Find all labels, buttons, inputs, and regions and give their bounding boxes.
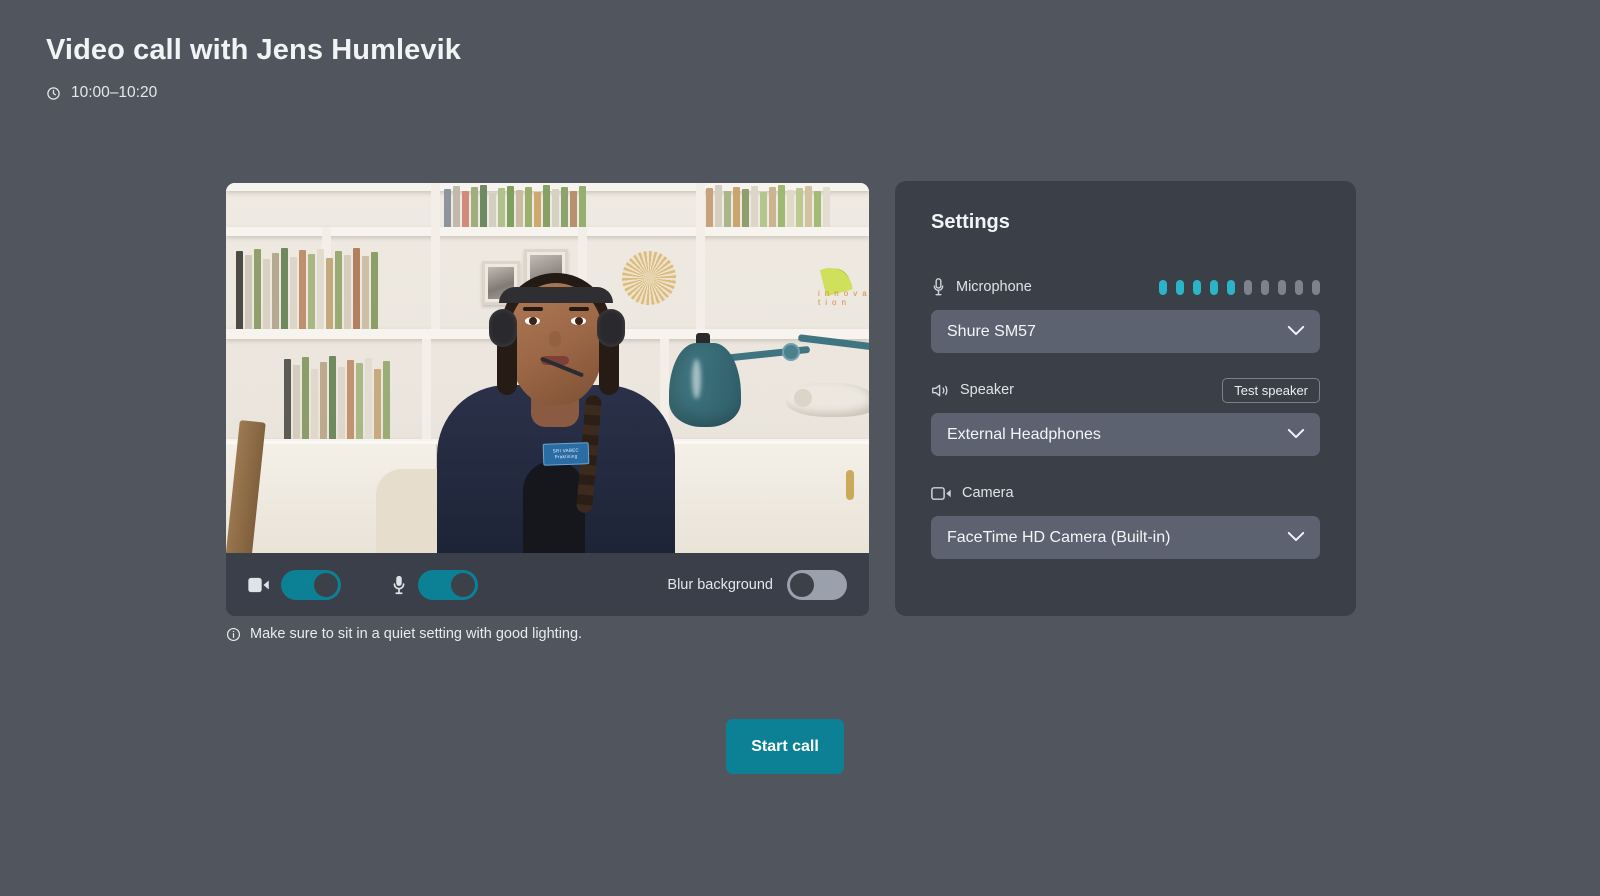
- test-speaker-button[interactable]: Test speaker: [1222, 377, 1320, 403]
- start-call-button[interactable]: Start call: [726, 719, 844, 774]
- chevron-down-icon: [1287, 529, 1305, 547]
- video-camera-icon: [931, 486, 952, 501]
- microphone-field: Microphone Shure SM57: [931, 274, 1320, 353]
- microphone-level-meter: [1159, 279, 1320, 295]
- microphone-icon: [391, 574, 407, 596]
- microphone-icon: [931, 277, 946, 297]
- lighting-hint-text: Make sure to sit in a quiet setting with…: [250, 626, 583, 642]
- blur-background-toggle-knob: [790, 572, 814, 597]
- camera-select-value: FaceTime HD Camera (Built-in): [947, 528, 1171, 546]
- camera-toggle-knob: [314, 572, 338, 597]
- settings-title: Settings: [931, 211, 1010, 233]
- badge-line-2: Praktising: [554, 453, 578, 460]
- camera-preview: i n n o v a t i o n SRI VABEC Praktising: [226, 183, 869, 553]
- camera-select[interactable]: FaceTime HD Camera (Built-in): [931, 516, 1320, 559]
- camera-field: Camera FaceTime HD Camera (Built-in): [931, 480, 1320, 559]
- participant-figure: SRI VABEC Praktising: [431, 223, 681, 553]
- camera-control-group: [248, 569, 341, 600]
- camera-label: Camera: [962, 485, 1014, 501]
- speaker-select[interactable]: External Headphones: [931, 413, 1320, 456]
- video-call-setup-page: Video call with Jens Humlevik 10:00–10:2…: [0, 0, 1600, 896]
- camera-toggle[interactable]: [281, 569, 341, 600]
- microphone-select[interactable]: Shure SM57: [931, 310, 1320, 353]
- blur-background-label: Blur background: [667, 576, 773, 593]
- speaker-field: Speaker Test speaker External Headphones: [931, 377, 1320, 456]
- chevron-down-icon: [1287, 426, 1305, 444]
- video-camera-icon: [248, 577, 270, 593]
- speaker-icon: [931, 382, 950, 399]
- speaker-select-value: External Headphones: [947, 425, 1101, 443]
- name-badge: SRI VABEC Praktising: [542, 442, 590, 466]
- microphone-toggle-knob: [451, 572, 475, 597]
- info-circle-icon: [226, 627, 241, 642]
- settings-panel: Settings Microphone Shure SM57 Speaker T…: [895, 181, 1356, 616]
- speaker-label: Speaker: [960, 382, 1015, 398]
- microphone-label: Microphone: [956, 279, 1032, 295]
- video-preview-card: i n n o v a t i o n SRI VABEC Praktising…: [226, 183, 869, 616]
- microphone-select-value: Shure SM57: [947, 322, 1036, 340]
- microphone-toggle[interactable]: [418, 569, 478, 600]
- blur-background-toggle[interactable]: [787, 569, 847, 600]
- main-stage: i n n o v a t i o n SRI VABEC Praktising…: [0, 0, 1600, 896]
- video-controls-bar: Blur background: [226, 553, 869, 616]
- lighting-hint: Make sure to sit in a quiet setting with…: [226, 626, 582, 642]
- microphone-control-group: [391, 569, 478, 600]
- chevron-down-icon: [1287, 323, 1305, 341]
- camera-field-header: Camera: [931, 480, 1320, 506]
- speaker-field-header: Speaker Test speaker: [931, 377, 1320, 403]
- microphone-field-header: Microphone: [931, 274, 1320, 300]
